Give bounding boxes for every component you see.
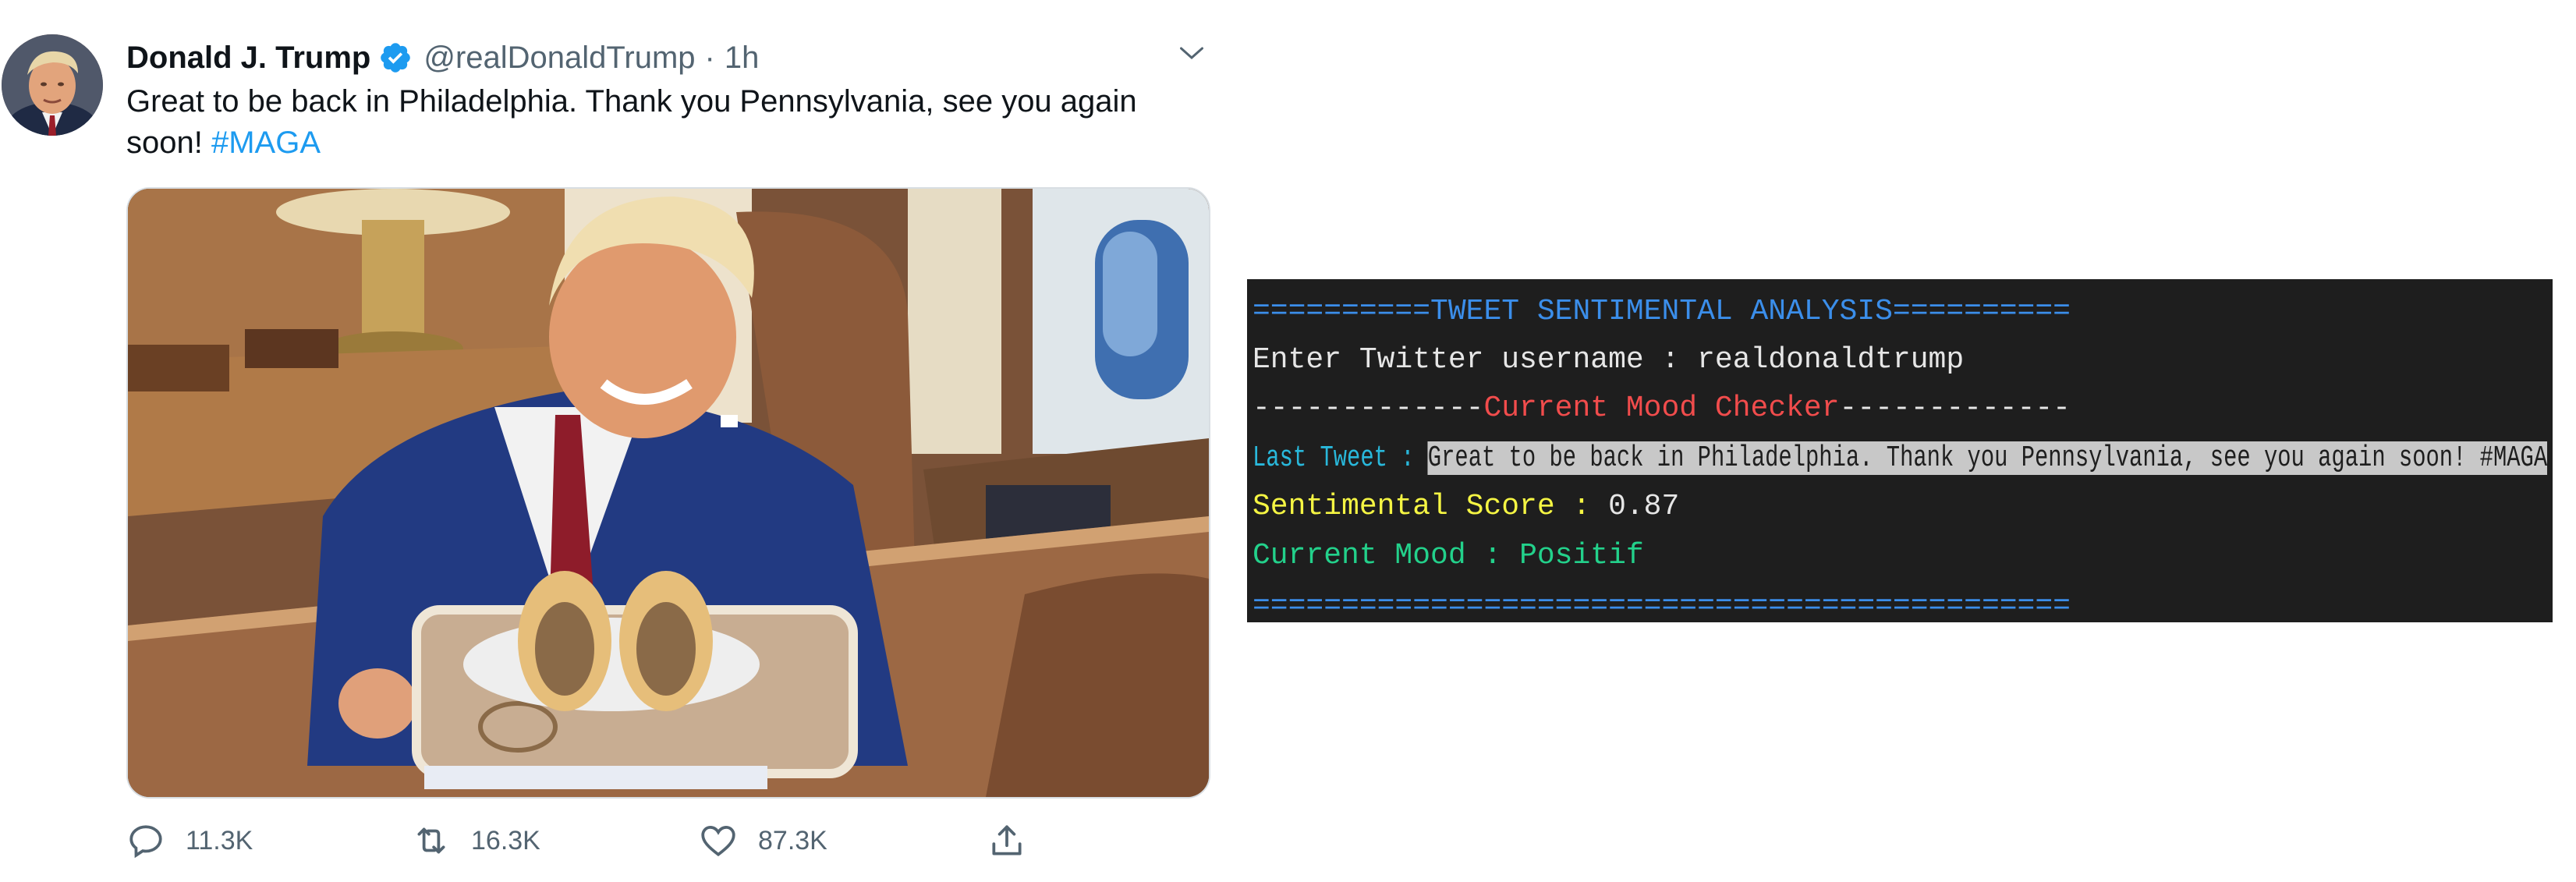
mood-label: Current Mood : (1253, 539, 1520, 572)
author-handle[interactable]: @realDonaldTrump (423, 41, 695, 76)
score-value: 0.87 (1608, 490, 1680, 523)
terminal-window: ==========TWEET SENTIMENTAL ANALYSIS====… (1247, 279, 2553, 623)
username-prompt: Enter Twitter username : (1253, 343, 1698, 377)
sentiment-score-line: Sentimental Score : 0.87 (1253, 484, 1679, 530)
mood-checker-header: -------------Current Mood Checker-------… (1253, 385, 2071, 432)
more-options-chevron-down-icon[interactable] (1178, 39, 1206, 67)
terminal-footer-rule: ========================================… (1253, 590, 2071, 623)
last-tweet-label: Last Tweet : (1253, 441, 1428, 475)
retweet-button[interactable]: 16.3K (412, 817, 540, 864)
score-label: Sentimental Score : (1253, 490, 1609, 523)
profile-avatar[interactable] (2, 34, 103, 136)
tweet-header: Donald J. Trump @realDonaldTrump · 1h (126, 36, 759, 80)
like-button[interactable]: 87.3K (699, 817, 827, 864)
terminal-title: ==========TWEET SENTIMENTAL ANALYSIS====… (1253, 295, 2071, 328)
tweet-action-bar: 11.3K 16.3K 87.3K (126, 817, 1218, 864)
tweet-card: Donald J. Trump @realDonaldTrump · 1h Gr… (0, 0, 1240, 882)
mood-rule-left: ------------- (1253, 391, 1484, 425)
author-display-name[interactable]: Donald J. Trump (126, 41, 370, 76)
tweet-photo[interactable] (126, 187, 1210, 799)
share-icon (992, 825, 1022, 855)
photo-illustration (128, 189, 1209, 797)
heart-icon (701, 826, 735, 857)
retweet-count: 16.3K (471, 825, 540, 855)
reply-button[interactable]: 11.3K (126, 817, 253, 864)
tweet-timestamp[interactable]: 1h (725, 41, 760, 76)
current-mood-line: Current Mood : Positif (1253, 533, 1644, 579)
tweet-text: Great to be back in Philadelphia. Thank … (126, 81, 1218, 164)
mood-checker-title: Current Mood Checker (1483, 391, 1840, 425)
username-value[interactable]: realdonaldtrump (1697, 343, 1964, 377)
last-tweet-line: Last Tweet : Great to be back in Philade… (1253, 435, 2548, 482)
share-button[interactable] (987, 817, 1026, 864)
hashtag-link[interactable]: #MAGA (211, 126, 321, 160)
verified-badge-icon (378, 41, 413, 75)
avatar-portrait-icon (2, 34, 103, 136)
like-count: 87.3K (758, 825, 827, 855)
reply-count: 11.3K (186, 825, 253, 855)
retweet-icon (417, 827, 445, 854)
mood-rule-right: ------------- (1839, 391, 2071, 425)
mood-value: Positif (1519, 539, 1644, 572)
reply-icon (129, 825, 162, 859)
username-line: Enter Twitter username : realdonaldtrump (1253, 337, 1964, 384)
header-separator: · (704, 40, 715, 75)
last-tweet-value[interactable]: Great to be back in Philadelphia. Thank … (1427, 441, 2548, 475)
